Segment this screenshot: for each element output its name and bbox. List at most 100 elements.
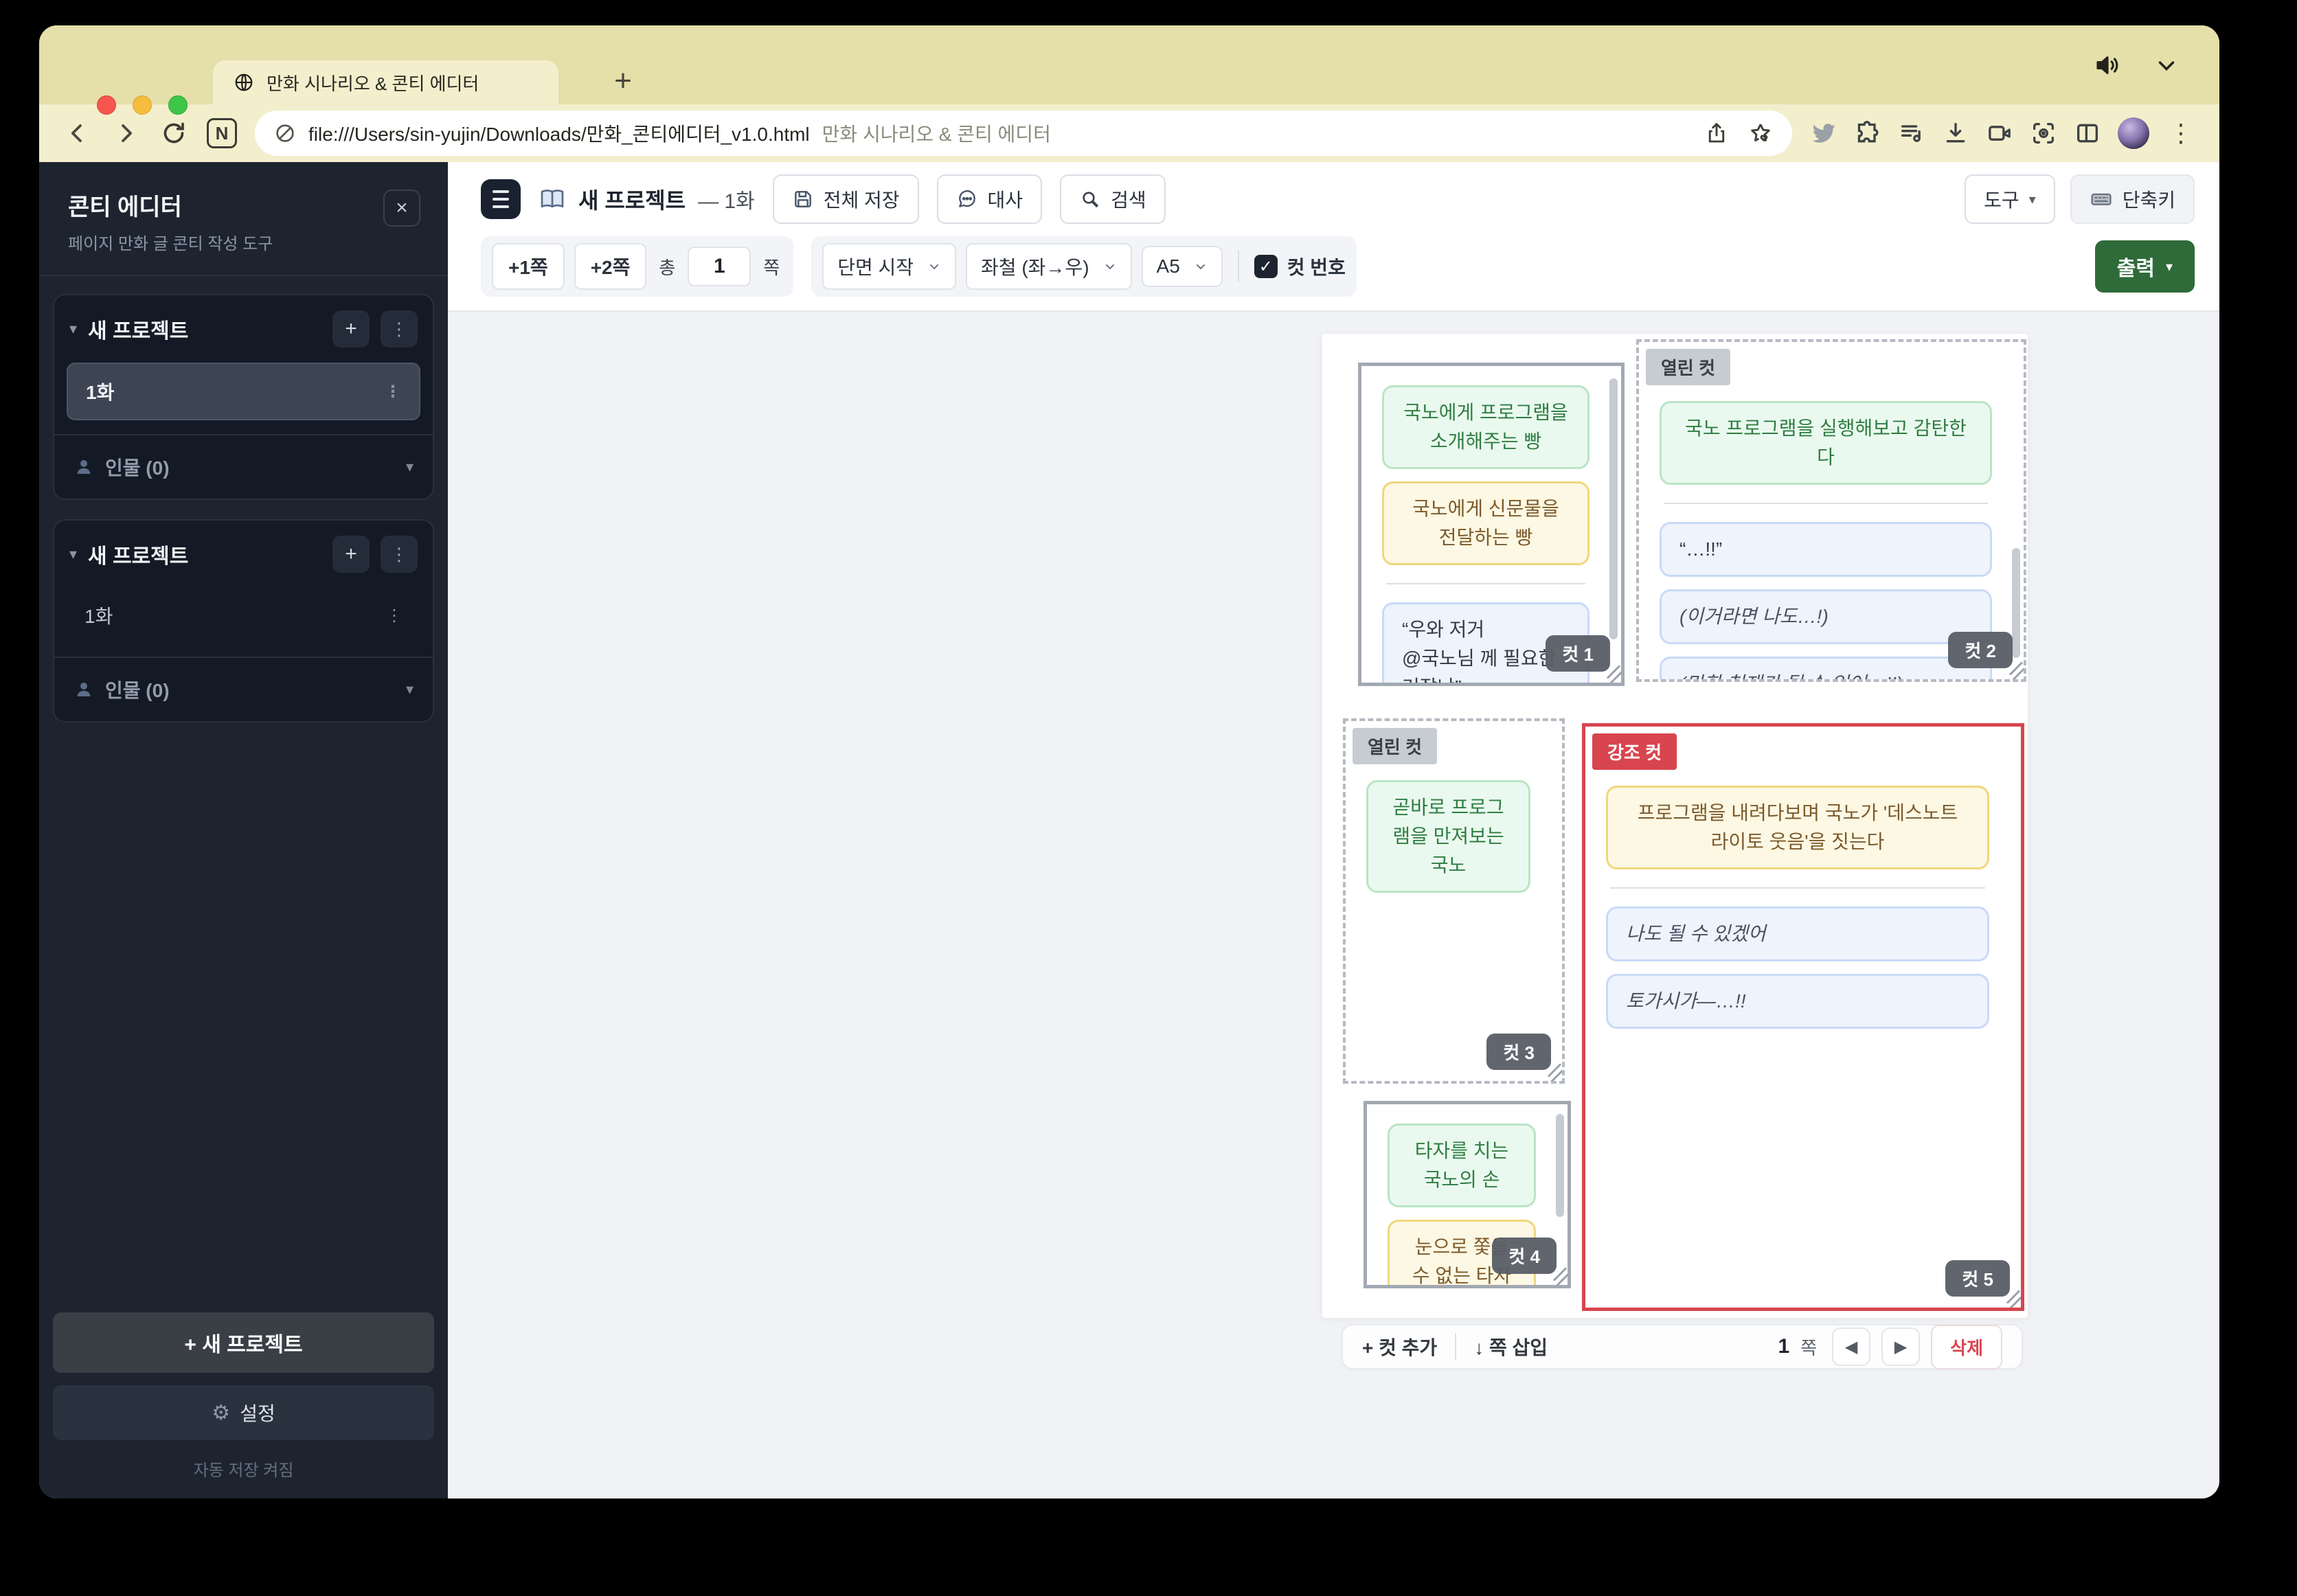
cut-panel[interactable]: 국노에게 프로그램을 소개해주는 빵 국노에게 신문물을 전달하는 빵 “우와 저거…: [1358, 363, 1625, 686]
add-cut-button[interactable]: + 컷 추가: [1362, 1333, 1437, 1360]
twitter-extension-icon[interactable]: [1810, 119, 1837, 147]
shortcuts-button[interactable]: 단축키: [2070, 174, 2195, 224]
project-header[interactable]: ▾ 새 프로젝트 + ⋮: [54, 295, 433, 360]
script-box-action[interactable]: 타자를 치는 국노의 손: [1388, 1124, 1536, 1207]
next-page-button[interactable]: ▶: [1881, 1327, 1921, 1366]
script-box-action[interactable]: 국노 프로그램을 실행해보고 감탄한다: [1660, 401, 1992, 485]
page-action-bar: + 컷 추가 ↓ 쪽 삽입 1 쪽 ◀ ▶ 삭제: [1342, 1324, 2023, 1369]
panel-scrollbar-thumb[interactable]: [1609, 378, 1618, 639]
zoom-window-button[interactable]: [168, 95, 188, 115]
profile-avatar[interactable]: [2118, 117, 2149, 149]
screenshot-icon[interactable]: [2030, 119, 2057, 147]
split-view-icon[interactable]: [2074, 119, 2101, 147]
sidebar-toggle-button[interactable]: [481, 179, 521, 219]
close-window-button[interactable]: [97, 95, 116, 115]
share-icon[interactable]: [1704, 121, 1729, 146]
add-one-page-button[interactable]: +1쪽: [492, 243, 565, 290]
add-episode-button[interactable]: +: [332, 536, 370, 573]
content-divider: [1664, 503, 1988, 504]
paper-size-select[interactable]: A5: [1141, 246, 1223, 287]
cut-type-badge: 열린 컷: [1646, 349, 1730, 385]
reload-button[interactable]: [159, 118, 189, 148]
extensions-puzzle-icon[interactable]: [1854, 119, 1881, 147]
add-episode-button[interactable]: +: [332, 310, 370, 347]
sidebar-subtitle: 페이지 만화 글 콘티 작성 도구: [68, 235, 273, 253]
cut-type-badge: 열린 컷: [1353, 728, 1437, 764]
new-tab-button[interactable]: +: [604, 62, 642, 100]
resize-handle-icon[interactable]: [1541, 1060, 1559, 1078]
dialogue-button[interactable]: 대사: [936, 174, 1043, 224]
page-sheet: 국노에게 프로그램을 소개해주는 빵 국노에게 신문물을 전달하는 빵 “우와 저거…: [1322, 334, 2028, 1318]
project-menu-button[interactable]: ⋮: [381, 536, 418, 573]
resize-handle-icon[interactable]: [1600, 662, 1618, 680]
cut-panel[interactable]: 강조 컷 프로그램을 내려다보며 국노가 '데스노트 라이토 웃음'을 짓는다 나도…: [1582, 723, 2024, 1311]
people-row[interactable]: 인물 (0) ▾: [54, 658, 433, 721]
resize-handle-icon[interactable]: [2003, 659, 2021, 676]
save-all-button[interactable]: 전체 저장: [772, 174, 919, 224]
reading-list-icon[interactable]: [1898, 119, 1925, 147]
script-box-thought[interactable]: 토가시가—…!!: [1606, 974, 1989, 1029]
script-box-prop[interactable]: 국노에게 신문물을 전달하는 빵: [1382, 481, 1589, 565]
add-two-pages-button[interactable]: +2쪽: [574, 243, 647, 290]
browser-tab[interactable]: 만화 시나리오 & 콘티 에디터: [213, 60, 558, 104]
caret-down-icon: ▾: [405, 458, 414, 475]
people-row[interactable]: 인물 (0) ▾: [54, 435, 433, 499]
start-mode-select[interactable]: 단면 시작: [822, 243, 957, 290]
back-button[interactable]: [63, 118, 93, 148]
panel-scrollbar-thumb[interactable]: [2012, 548, 2020, 658]
script-box-thought[interactable]: (이거라면 나도…!): [1660, 589, 1992, 644]
storyboard-canvas[interactable]: 국노에게 프로그램을 소개해주는 빵 국노에게 신문물을 전달하는 빵 “우와 저거…: [448, 312, 2219, 1498]
project-name: 새 프로젝트: [88, 545, 189, 568]
tools-dropdown-button[interactable]: 도구 ▾: [1965, 174, 2055, 224]
cut-panel[interactable]: 열린 컷 곧바로 프로그램을 만져보는 국노 컷 3: [1343, 718, 1565, 1084]
bookmark-star-icon[interactable]: [1748, 121, 1773, 146]
cut-panel[interactable]: 타자를 치는 국노의 손 눈으로 쫓을 수 없는 타자 컷 4: [1364, 1101, 1571, 1288]
resize-handle-icon[interactable]: [1547, 1264, 1565, 1282]
new-project-button[interactable]: + 새 프로젝트: [53, 1312, 434, 1373]
browser-toolbar: N file:///Users/sin-yujin/Downloads/만화_콘…: [39, 104, 2219, 162]
project-header[interactable]: ▾ 새 프로젝트 + ⋮: [54, 521, 433, 585]
tab-search-chevron-icon[interactable]: [2153, 52, 2180, 78]
export-label: 출력: [2116, 258, 2155, 280]
speaker-icon[interactable]: [2093, 51, 2122, 80]
episode-menu-button[interactable]: ⋮: [385, 382, 401, 402]
script-box-action[interactable]: 곧바로 프로그램을 만져보는 국노: [1366, 780, 1530, 893]
screen-record-icon[interactable]: [1986, 119, 2013, 147]
export-button[interactable]: 출력 ▾: [2094, 240, 2195, 293]
project-card: ▾ 새 프로젝트 + ⋮ 1화 ⋮ 인물 (0) ▾: [53, 294, 434, 500]
panel-scrollbar-thumb[interactable]: [1556, 1114, 1564, 1217]
script-box-thought[interactable]: (만화 천재가 될 수 있어…!!): [1660, 657, 1992, 679]
prev-page-button[interactable]: ◀: [1832, 1327, 1871, 1366]
search-button[interactable]: 검색: [1060, 174, 1166, 224]
project-card: ▾ 새 프로젝트 + ⋮ 1화 ⋮ 인물 (0) ▾: [53, 519, 434, 722]
project-menu-button[interactable]: ⋮: [381, 310, 418, 347]
collapse-caret-icon: ▾: [69, 545, 78, 562]
forward-button[interactable]: [111, 118, 141, 148]
url-bar[interactable]: file:///Users/sin-yujin/Downloads/만화_콘티에…: [255, 111, 1792, 156]
file-info-icon[interactable]: [274, 122, 296, 144]
sidebar-close-button[interactable]: ×: [383, 190, 420, 227]
browser-window: 만화 시나리오 & 콘티 에디터 + N file:///Users/sin-y…: [39, 25, 2219, 1498]
delete-page-button[interactable]: 삭제: [1931, 1324, 2002, 1369]
script-box-thought[interactable]: 나도 될 수 있겠어: [1606, 907, 1989, 961]
binding-select[interactable]: 좌철 (좌→우): [966, 243, 1132, 290]
script-box-dialogue[interactable]: “…!!”: [1660, 522, 1992, 577]
page-count-input[interactable]: [688, 247, 751, 286]
script-box-action[interactable]: 국노에게 프로그램을 소개해주는 빵: [1382, 385, 1589, 469]
url-text: file:///Users/sin-yujin/Downloads/만화_콘티에…: [308, 124, 810, 145]
insert-page-button[interactable]: ↓ 쪽 삽입: [1474, 1333, 1548, 1360]
episode-item[interactable]: 1화 ⋮: [67, 588, 420, 643]
n-extension-button[interactable]: N: [207, 118, 237, 148]
settings-button[interactable]: ⚙ 설정: [53, 1385, 434, 1440]
downloads-icon[interactable]: [1942, 119, 1969, 147]
resize-handle-icon[interactable]: [2000, 1287, 2018, 1305]
script-box-prop[interactable]: 프로그램을 내려다보며 국노가 '데스노트 라이토 웃음'을 짓는다: [1606, 786, 1989, 869]
cut-number-checkbox[interactable]: ✓: [1254, 255, 1278, 278]
chevron-down-icon: [930, 264, 939, 270]
book-icon: [539, 185, 566, 213]
minimize-window-button[interactable]: [133, 95, 152, 115]
browser-menu-button[interactable]: ⋮: [2166, 121, 2196, 146]
cut-panel[interactable]: 열린 컷국노 프로그램을 실행해보고 감탄한다 “…!!” (이거라면 나도…!) (…: [1636, 339, 2026, 682]
episode-menu-button[interactable]: ⋮: [386, 606, 403, 626]
episode-item[interactable]: 1화 ⋮: [67, 363, 420, 420]
